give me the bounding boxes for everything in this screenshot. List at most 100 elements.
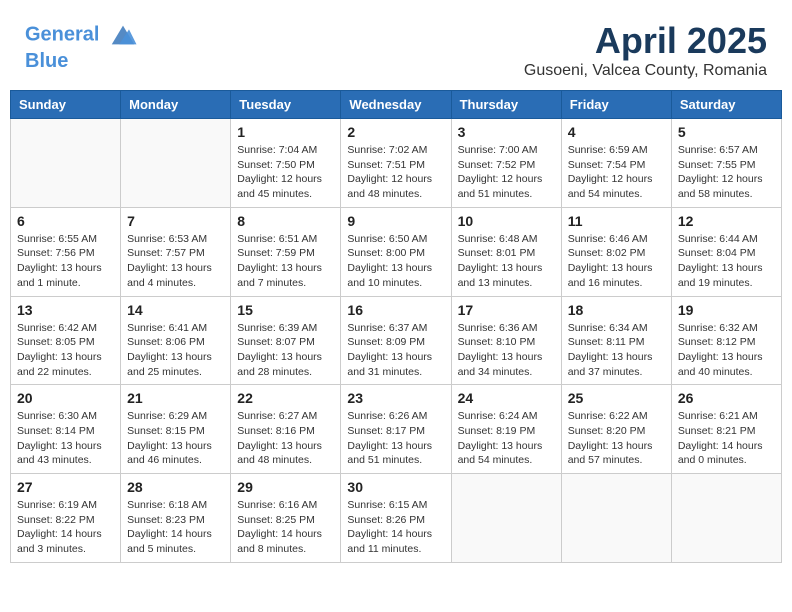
logo-text: General <box>25 20 138 50</box>
day-info: Sunrise: 6:42 AM Sunset: 8:05 PM Dayligh… <box>17 321 114 380</box>
day-number: 12 <box>678 213 775 229</box>
day-info: Sunrise: 6:19 AM Sunset: 8:22 PM Dayligh… <box>17 498 114 557</box>
calendar-cell: 22Sunrise: 6:27 AM Sunset: 8:16 PM Dayli… <box>231 385 341 474</box>
day-info: Sunrise: 6:15 AM Sunset: 8:26 PM Dayligh… <box>347 498 444 557</box>
calendar-cell: 11 Sunrise: 6:46 AM Sunset: 8:02 PM Dayli… <box>561 207 671 296</box>
calendar-cell: 17 Sunrise: 6:36 AM Sunset: 8:10 PM Dayli… <box>451 296 561 385</box>
day-info: Sunrise: 6:24 AM Sunset: 8:19 PM Dayligh… <box>458 409 555 468</box>
calendar-cell: 5 Sunrise: 6:57 AM Sunset: 7:55 PM Daylig… <box>671 119 781 208</box>
calendar-cell: 27 Sunrise: 6:19 AM Sunset: 8:22 PM Dayli… <box>11 474 121 563</box>
calendar-week-5: 27 Sunrise: 6:19 AM Sunset: 8:22 PM Dayli… <box>11 474 782 563</box>
day-number: 4 <box>568 124 665 140</box>
calendar-cell <box>121 119 231 208</box>
location-title: Gusoeni, Valcea County, Romania <box>524 62 767 80</box>
day-info: Sunrise: 6:55 AM Sunset: 7:56 PM Dayligh… <box>17 232 114 291</box>
calendar-cell: 20Sunrise: 6:30 AM Sunset: 8:14 PM Dayli… <box>11 385 121 474</box>
calendar-cell: 8 Sunrise: 6:51 AM Sunset: 7:59 PM Daylig… <box>231 207 341 296</box>
day-info: Sunrise: 6:44 AM Sunset: 8:04 PM Dayligh… <box>678 232 775 291</box>
day-info: Sunrise: 6:37 AM Sunset: 8:09 PM Dayligh… <box>347 321 444 380</box>
weekday-header-row: SundayMondayTuesdayWednesdayThursdayFrid… <box>11 91 782 119</box>
day-number: 8 <box>237 213 334 229</box>
day-number: 7 <box>127 213 224 229</box>
day-number: 24 <box>458 390 555 406</box>
calendar-cell <box>451 474 561 563</box>
weekday-header-saturday: Saturday <box>671 91 781 119</box>
day-info: Sunrise: 6:21 AM Sunset: 8:21 PM Dayligh… <box>678 409 775 468</box>
month-title: April 2025 <box>524 20 767 62</box>
day-number: 3 <box>458 124 555 140</box>
day-number: 15 <box>237 302 334 318</box>
calendar-cell: 10 Sunrise: 6:48 AM Sunset: 8:01 PM Dayli… <box>451 207 561 296</box>
logo: General Blue <box>25 20 138 72</box>
day-number: 28 <box>127 479 224 495</box>
calendar-cell: 13 Sunrise: 6:42 AM Sunset: 8:05 PM Dayli… <box>11 296 121 385</box>
calendar-cell <box>11 119 121 208</box>
title-section: April 2025 Gusoeni, Valcea County, Roman… <box>524 20 767 80</box>
day-info: Sunrise: 6:50 AM Sunset: 8:00 PM Dayligh… <box>347 232 444 291</box>
day-number: 10 <box>458 213 555 229</box>
day-number: 25 <box>568 390 665 406</box>
page-header: General Blue April 2025 Gusoeni, Valcea … <box>10 10 782 85</box>
day-info: Sunrise: 6:46 AM Sunset: 8:02 PM Dayligh… <box>568 232 665 291</box>
day-info: Sunrise: 6:41 AM Sunset: 8:06 PM Dayligh… <box>127 321 224 380</box>
day-number: 13 <box>17 302 114 318</box>
day-number: 5 <box>678 124 775 140</box>
day-number: 30 <box>347 479 444 495</box>
calendar-cell: 9Sunrise: 6:50 AM Sunset: 8:00 PM Daylig… <box>341 207 451 296</box>
calendar-cell: 16 Sunrise: 6:37 AM Sunset: 8:09 PM Dayli… <box>341 296 451 385</box>
day-number: 18 <box>568 302 665 318</box>
day-info: Sunrise: 6:29 AM Sunset: 8:15 PM Dayligh… <box>127 409 224 468</box>
day-info: Sunrise: 6:48 AM Sunset: 8:01 PM Dayligh… <box>458 232 555 291</box>
calendar-cell: 15 Sunrise: 6:39 AM Sunset: 8:07 PM Dayli… <box>231 296 341 385</box>
weekday-header-monday: Monday <box>121 91 231 119</box>
calendar-week-3: 13 Sunrise: 6:42 AM Sunset: 8:05 PM Dayli… <box>11 296 782 385</box>
day-info: Sunrise: 6:57 AM Sunset: 7:55 PM Dayligh… <box>678 143 775 202</box>
calendar-cell: 6 Sunrise: 6:55 AM Sunset: 7:56 PM Daylig… <box>11 207 121 296</box>
calendar-cell: 18Sunrise: 6:34 AM Sunset: 8:11 PM Dayli… <box>561 296 671 385</box>
calendar-cell <box>671 474 781 563</box>
day-info: Sunrise: 6:59 AM Sunset: 7:54 PM Dayligh… <box>568 143 665 202</box>
day-info: Sunrise: 6:16 AM Sunset: 8:25 PM Dayligh… <box>237 498 334 557</box>
day-number: 29 <box>237 479 334 495</box>
calendar-cell: 30 Sunrise: 6:15 AM Sunset: 8:26 PM Dayli… <box>341 474 451 563</box>
day-number: 2 <box>347 124 444 140</box>
day-number: 27 <box>17 479 114 495</box>
calendar-table: SundayMondayTuesdayWednesdayThursdayFrid… <box>10 90 782 563</box>
calendar-cell: 29 Sunrise: 6:16 AM Sunset: 8:25 PM Dayli… <box>231 474 341 563</box>
calendar-cell: 23Sunrise: 6:26 AM Sunset: 8:17 PM Dayli… <box>341 385 451 474</box>
day-number: 22 <box>237 390 334 406</box>
calendar-cell: 7 Sunrise: 6:53 AM Sunset: 7:57 PM Daylig… <box>121 207 231 296</box>
calendar-cell: 24 Sunrise: 6:24 AM Sunset: 8:19 PM Dayli… <box>451 385 561 474</box>
day-number: 16 <box>347 302 444 318</box>
calendar-cell <box>561 474 671 563</box>
logo-blue: Blue <box>25 50 138 72</box>
day-info: Sunrise: 6:39 AM Sunset: 8:07 PM Dayligh… <box>237 321 334 380</box>
day-info: Sunrise: 7:00 AM Sunset: 7:52 PM Dayligh… <box>458 143 555 202</box>
calendar-cell: 14Sunrise: 6:41 AM Sunset: 8:06 PM Dayli… <box>121 296 231 385</box>
day-number: 1 <box>237 124 334 140</box>
day-number: 26 <box>678 390 775 406</box>
day-number: 11 <box>568 213 665 229</box>
calendar-cell: 2 Sunrise: 7:02 AM Sunset: 7:51 PM Daylig… <box>341 119 451 208</box>
calendar-cell: 4 Sunrise: 6:59 AM Sunset: 7:54 PM Daylig… <box>561 119 671 208</box>
weekday-header-thursday: Thursday <box>451 91 561 119</box>
day-info: Sunrise: 6:26 AM Sunset: 8:17 PM Dayligh… <box>347 409 444 468</box>
calendar-cell: 1Sunrise: 7:04 AM Sunset: 7:50 PM Daylig… <box>231 119 341 208</box>
day-number: 17 <box>458 302 555 318</box>
calendar-week-1: 1Sunrise: 7:04 AM Sunset: 7:50 PM Daylig… <box>11 119 782 208</box>
calendar-cell: 19Sunrise: 6:32 AM Sunset: 8:12 PM Dayli… <box>671 296 781 385</box>
calendar-cell: 21 Sunrise: 6:29 AM Sunset: 8:15 PM Dayli… <box>121 385 231 474</box>
day-number: 21 <box>127 390 224 406</box>
weekday-header-tuesday: Tuesday <box>231 91 341 119</box>
day-number: 20 <box>17 390 114 406</box>
day-info: Sunrise: 6:36 AM Sunset: 8:10 PM Dayligh… <box>458 321 555 380</box>
day-info: Sunrise: 6:53 AM Sunset: 7:57 PM Dayligh… <box>127 232 224 291</box>
day-info: Sunrise: 6:51 AM Sunset: 7:59 PM Dayligh… <box>237 232 334 291</box>
day-info: Sunrise: 6:22 AM Sunset: 8:20 PM Dayligh… <box>568 409 665 468</box>
weekday-header-sunday: Sunday <box>11 91 121 119</box>
day-number: 6 <box>17 213 114 229</box>
day-number: 19 <box>678 302 775 318</box>
weekday-header-friday: Friday <box>561 91 671 119</box>
day-info: Sunrise: 7:02 AM Sunset: 7:51 PM Dayligh… <box>347 143 444 202</box>
calendar-cell: 3 Sunrise: 7:00 AM Sunset: 7:52 PM Daylig… <box>451 119 561 208</box>
